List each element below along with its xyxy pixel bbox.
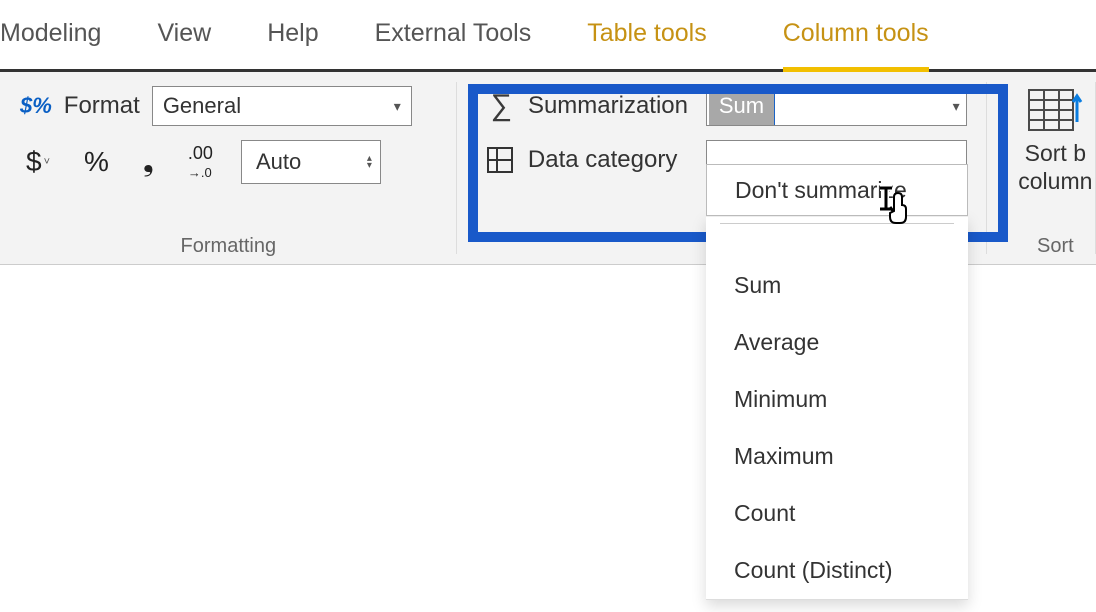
tab-modeling[interactable]: Modeling xyxy=(0,0,129,69)
cursor-icon xyxy=(876,185,912,225)
tab-help[interactable]: Help xyxy=(239,0,346,69)
percent-button[interactable]: % xyxy=(78,146,115,178)
summarization-menu: Sum Average Minimum Maximum Count Count … xyxy=(706,216,968,600)
tab-table-tools[interactable]: Table tools xyxy=(559,0,735,69)
tab-column-tools[interactable]: Column tools xyxy=(755,0,957,69)
group-sort-title: Sort xyxy=(1015,235,1096,258)
summarization-label: Summarization xyxy=(528,92,694,120)
sigma-icon: ∑ xyxy=(487,89,516,123)
summarization-value: Sum xyxy=(709,87,775,125)
menu-item-dont-summarize[interactable]: Don't summarize xyxy=(706,164,968,216)
group-formatting-title: Formatting xyxy=(20,235,437,258)
spinner-arrows-icon[interactable]: ▴▾ xyxy=(367,155,372,169)
sort-by-column-button[interactable] xyxy=(1027,86,1083,136)
menu-separator xyxy=(720,223,954,224)
menu-item-sum[interactable]: Sum xyxy=(706,257,968,314)
summarization-dropdown[interactable]: Sum ▾ xyxy=(706,86,967,126)
format-icon: $% xyxy=(20,93,52,119)
thousands-button[interactable]: ❟ xyxy=(137,146,160,179)
category-icon xyxy=(487,147,516,173)
tab-external-tools[interactable]: External Tools xyxy=(347,0,560,69)
format-dropdown[interactable]: General ▾ xyxy=(152,86,412,126)
group-sort: Sort bcolumn Sort xyxy=(987,72,1096,264)
sort-label: Sort bcolumn xyxy=(1018,140,1092,195)
menu-item-count-distinct[interactable]: Count (Distinct) xyxy=(706,542,968,599)
format-label: Format xyxy=(64,92,140,120)
decimals-value: Auto xyxy=(256,149,301,175)
menu-item-count[interactable]: Count xyxy=(706,485,968,542)
group-formatting: $% Format General ▾ $˅ % ❟ .00→.0 Auto ▴… xyxy=(0,72,457,264)
format-value: General xyxy=(163,93,241,119)
chevron-down-icon: ▾ xyxy=(394,98,401,115)
chevron-down-icon: ▾ xyxy=(953,98,960,115)
ribbon-tab-bar: Modeling View Help External Tools Table … xyxy=(0,0,1096,72)
currency-button[interactable]: $˅ xyxy=(20,146,56,178)
menu-item-maximum[interactable]: Maximum xyxy=(706,428,968,485)
tab-view[interactable]: View xyxy=(129,0,239,69)
decimal-button[interactable]: .00→.0 xyxy=(182,144,219,180)
menu-item-minimum[interactable]: Minimum xyxy=(706,371,968,428)
datacategory-label: Data category xyxy=(528,146,694,174)
decimals-spinner[interactable]: Auto ▴▾ xyxy=(241,140,381,184)
menu-item-average[interactable]: Average xyxy=(706,314,968,371)
